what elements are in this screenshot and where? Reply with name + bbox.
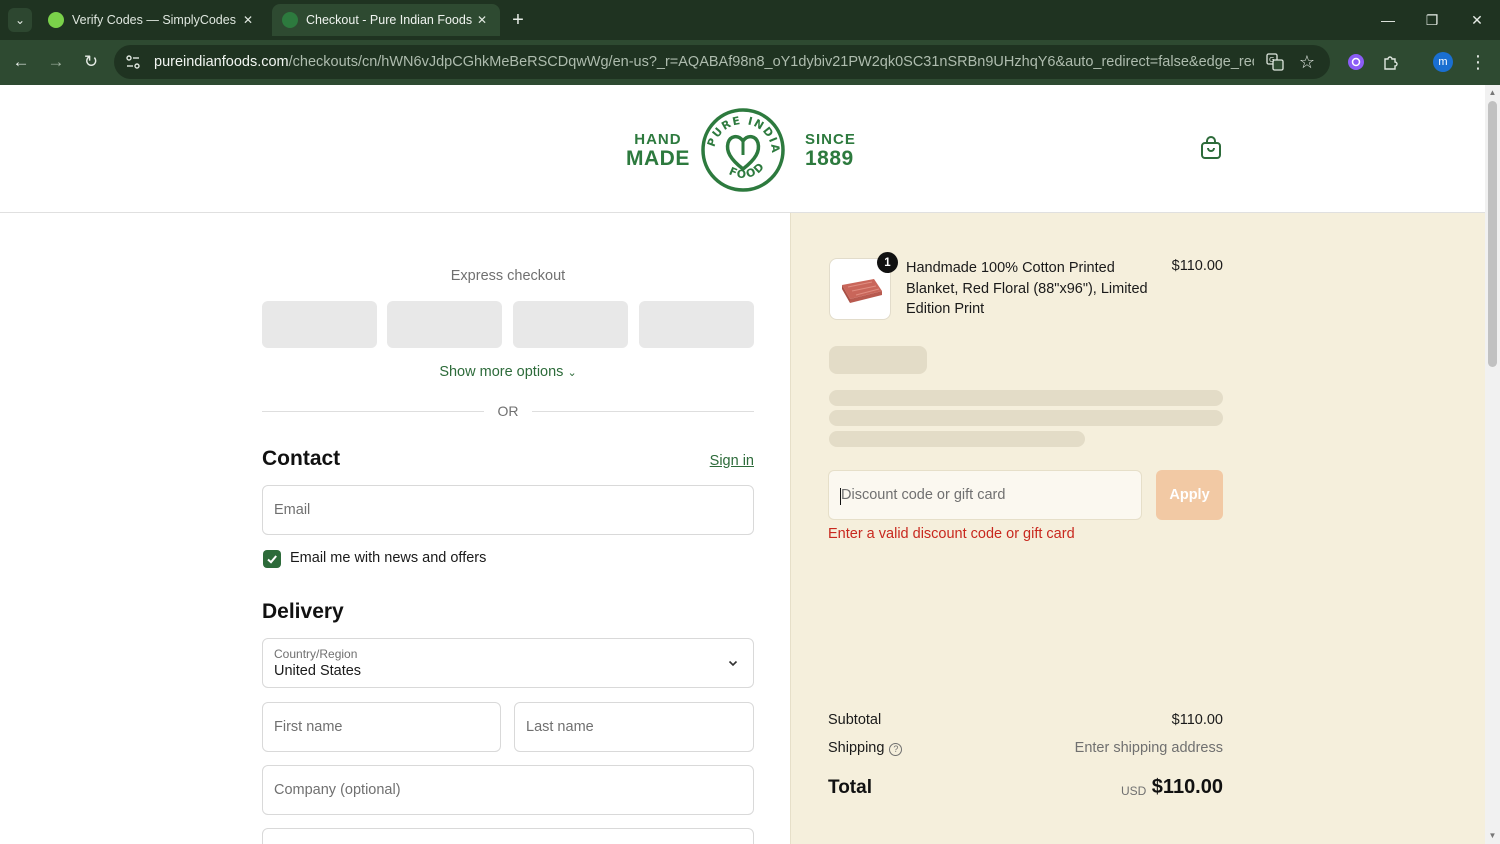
minimize-icon[interactable]: — [1366, 0, 1410, 40]
new-tab-icon[interactable]: + [506, 8, 530, 32]
first-name-field[interactable]: First name [262, 702, 501, 752]
url-text: pureindianfoods.com/checkouts/cn/hWN6vJd… [154, 54, 1254, 70]
product-price: $110.00 [1171, 258, 1223, 274]
forward-icon[interactable]: → [44, 50, 68, 74]
back-icon[interactable]: ← [9, 50, 33, 74]
address-field[interactable] [262, 828, 754, 844]
country-value: United States [274, 663, 362, 679]
close-icon[interactable]: ✕ [474, 12, 490, 28]
discount-error-message: Enter a valid discount code or gift card [828, 526, 1075, 542]
show-more-label: Show more options [439, 364, 564, 380]
express-pay-button-2[interactable] [387, 301, 502, 348]
last-name-field[interactable]: Last name [514, 702, 754, 752]
pure-indian-foods-favicon-icon [282, 12, 298, 28]
close-icon[interactable]: ✕ [240, 12, 256, 28]
browser-tab-strip: ⌄ Verify Codes — SimplyCodes ✕ Checkout … [0, 0, 1500, 40]
tab-title: Verify Codes — SimplyCodes [72, 13, 236, 27]
svg-text:G: G [1269, 56, 1274, 64]
news-offers-checkbox[interactable] [263, 550, 281, 568]
company-field[interactable]: Company (optional) [262, 765, 754, 815]
menu-icon[interactable]: ⋮ [1466, 50, 1490, 74]
site-settings-icon[interactable] [122, 51, 144, 73]
scroll-down-icon[interactable]: ▼ [1488, 831, 1497, 840]
simplycodes-favicon-icon [48, 12, 64, 28]
loading-skeleton [829, 431, 1085, 447]
express-pay-button-4[interactable] [639, 301, 754, 348]
country-label: Country/Region [274, 647, 358, 661]
site-header: HAND MADE PURE INDIAN FOODS SINCE 1889 [0, 85, 1485, 213]
extension-icon[interactable] [1344, 50, 1368, 74]
express-pay-button-3[interactable] [513, 301, 628, 348]
window-close-icon[interactable]: ✕ [1455, 0, 1499, 40]
browser-toolbar: ← → ↻ pureindianfoods.com/checkouts/cn/h… [0, 40, 1500, 85]
pure-indian-foods-logo[interactable]: PURE INDIAN FOODS [700, 107, 786, 193]
scroll-up-icon[interactable]: ▲ [1488, 88, 1497, 97]
email-placeholder: Email [274, 502, 311, 518]
divider [532, 411, 754, 412]
tab-search-icon[interactable]: ⌄ [8, 8, 32, 32]
product-name: Handmade 100% Cotton Printed Blanket, Re… [906, 260, 1148, 317]
quantity-badge: 1 [877, 252, 898, 273]
last-name-placeholder: Last name [526, 719, 594, 735]
loading-skeleton [829, 410, 1223, 426]
tab-title: Checkout - Pure Indian Foods [306, 13, 473, 27]
news-offers-label: Email me with news and offers [290, 550, 487, 566]
star-icon[interactable]: ☆ [1295, 50, 1319, 74]
shipping-row: Shipping? [828, 740, 903, 756]
tab-simplycodes[interactable]: Verify Codes — SimplyCodes ✕ [38, 4, 266, 36]
subtotal-value: $110.00 [1171, 712, 1223, 728]
puzzle-icon[interactable] [1379, 50, 1403, 74]
divider [262, 411, 484, 412]
logo-handmade: HAND MADE [626, 131, 690, 170]
chevron-down-icon [728, 660, 738, 667]
checkout-page: HAND MADE PURE INDIAN FOODS SINCE 1889 E… [0, 85, 1485, 844]
chevron-down-icon: ⌄ [567, 367, 577, 379]
express-checkout-title: Express checkout [450, 268, 566, 284]
restore-icon[interactable]: ❐ [1410, 0, 1454, 40]
subtotal-label: Subtotal [828, 712, 882, 728]
svg-text:PURE INDIAN: PURE INDIAN [700, 107, 782, 155]
page-scrollbar[interactable]: ▲ ▼ [1485, 85, 1500, 844]
company-placeholder: Company (optional) [274, 782, 401, 798]
address-bar[interactable]: pureindianfoods.com/checkouts/cn/hWN6vJd… [114, 45, 1330, 79]
apply-discount-button[interactable]: Apply [1156, 470, 1223, 520]
email-field[interactable]: Email [262, 485, 754, 535]
discount-placeholder: Discount code or gift card [841, 487, 1006, 503]
translate-icon[interactable]: G [1263, 50, 1287, 74]
country-select[interactable]: Country/Region United States [262, 638, 754, 688]
delivery-heading: Delivery [262, 600, 344, 623]
express-pay-button-1[interactable] [262, 301, 377, 348]
reload-icon[interactable]: ↻ [79, 50, 103, 74]
total-value: $110.00 [1151, 776, 1223, 798]
logo-since: SINCE 1889 [805, 131, 856, 170]
loading-skeleton [829, 390, 1223, 406]
scrollbar-thumb[interactable] [1488, 101, 1497, 367]
or-divider-label: OR [497, 403, 519, 419]
sign-in-link[interactable]: Sign in [700, 453, 754, 469]
discount-code-input[interactable]: Discount code or gift card [828, 470, 1142, 520]
loading-skeleton [829, 346, 927, 374]
shipping-value: Enter shipping address [1074, 740, 1223, 756]
contact-heading: Contact [262, 447, 341, 470]
shipping-label: Shipping [828, 740, 885, 756]
show-more-options-button[interactable]: Show more options ⌄ [262, 364, 754, 380]
help-icon[interactable]: ? [889, 743, 903, 756]
total-currency: USD [1121, 784, 1147, 798]
total-label: Total [828, 777, 872, 798]
tab-checkout[interactable]: Checkout - Pure Indian Foods ✕ [272, 4, 500, 36]
checkmark-icon [267, 555, 277, 564]
profile-avatar[interactable]: m [1431, 50, 1455, 74]
shopping-bag-icon[interactable] [1199, 135, 1223, 161]
first-name-placeholder: First name [274, 719, 343, 735]
